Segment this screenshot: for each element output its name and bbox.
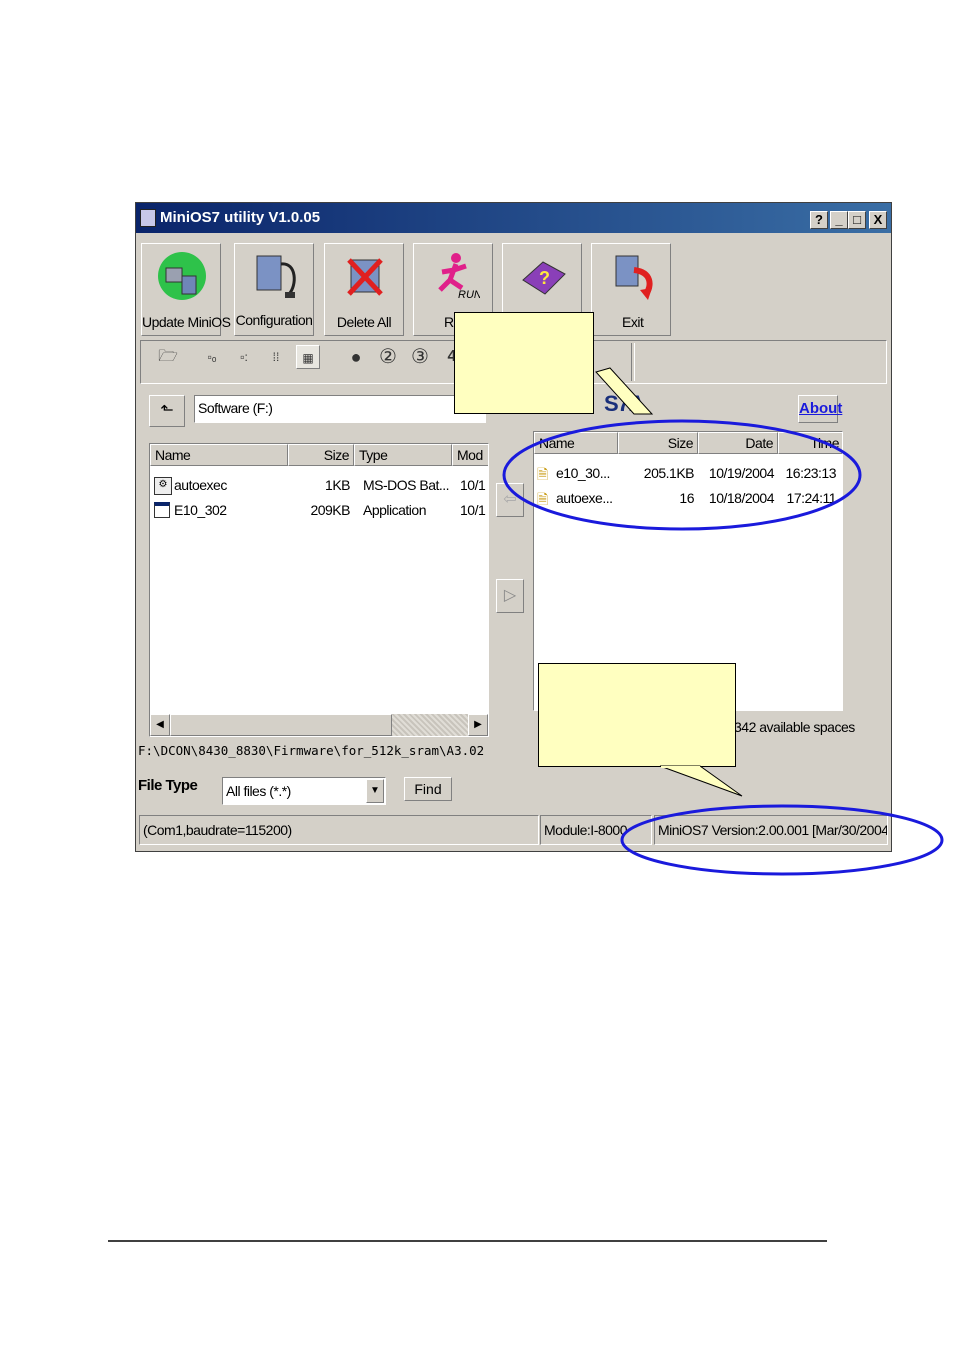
about-button[interactable]: About	[798, 395, 842, 423]
disconnect-icon[interactable]: ●	[344, 345, 368, 369]
maximize-button[interactable]: □	[848, 211, 866, 229]
batch-file-icon: ⚙	[154, 477, 172, 495]
col-size[interactable]: Size	[288, 444, 354, 466]
file-date: 10/19/2004	[708, 465, 775, 481]
file-name: autoexe...	[556, 490, 613, 506]
scroll-right-icon[interactable]: ▶	[468, 714, 488, 736]
large-icons-view-icon[interactable]: ▫ₒ	[200, 345, 224, 369]
close-button[interactable]: X	[869, 211, 887, 229]
file-type-select[interactable]: All files (*.*) ▼	[222, 777, 386, 805]
run-icon: RUN	[438, 253, 480, 301]
col-modified[interactable]: Mod	[452, 444, 488, 466]
find-button[interactable]: Find	[404, 777, 452, 801]
title-bar[interactable]: MiniOS7 utility V1.0.05 ? _ □ X	[136, 203, 891, 233]
file-time: 17:24:11	[786, 490, 837, 506]
file-size: 209KB	[310, 502, 350, 518]
up-folder-button[interactable]: ⬑	[149, 395, 185, 427]
delete-all-label: Delete All	[336, 314, 392, 330]
configuration-icon	[256, 255, 296, 298]
minios7-utility-window: MiniOS7 utility V1.0.05 ? _ □ X Update M…	[135, 202, 892, 852]
exit-icon	[615, 255, 653, 300]
scroll-left-icon[interactable]: ◀	[150, 714, 170, 736]
local-list-header: Name Size Type Mod	[150, 444, 488, 466]
module-list-header: Name Size Date Time	[534, 432, 842, 454]
configuration-label: Configuration	[235, 312, 313, 328]
file-type-value: All files (*.*)	[226, 783, 291, 799]
list-item[interactable]: E10_302 209KB Application 10/1	[150, 501, 488, 523]
col-time[interactable]: Time	[778, 432, 842, 454]
open-folder-icon[interactable]: 🗁	[156, 345, 180, 369]
application-icon	[154, 502, 170, 518]
drive-combo[interactable]: Software (F:)	[194, 395, 486, 423]
configuration-button[interactable]: Configuration	[234, 243, 314, 336]
help-book-icon: ?	[522, 261, 566, 295]
file-size: 205.1KB	[643, 465, 695, 481]
exit-button[interactable]: Exit	[591, 243, 671, 336]
svg-text:?: ?	[539, 268, 550, 288]
status-version: MiniOS7 Version:2.00.001 [Mar/30/2004]	[654, 815, 888, 845]
file-type: Application	[363, 502, 427, 518]
horizontal-scrollbar[interactable]: ◀ ▶	[150, 714, 488, 736]
com2-icon[interactable]: ②	[376, 345, 400, 369]
details-view-icon[interactable]: ▦	[296, 345, 320, 369]
col-name[interactable]: Name	[150, 444, 288, 466]
list-item[interactable]: 🗎 e10_30... 205.1KB 10/19/2004 16:23:13	[534, 464, 842, 486]
file-modified: 10/1	[460, 502, 486, 518]
upload-arrow-button[interactable]: ▷	[496, 579, 524, 613]
file-name: autoexec	[174, 477, 227, 493]
list-item[interactable]: ⚙ autoexec 1KB MS-DOS Bat... 10/1	[150, 476, 488, 498]
update-minios-icon	[158, 252, 206, 300]
delete-all-button[interactable]: Delete All	[324, 243, 404, 336]
file-type: MS-DOS Bat...	[363, 477, 450, 493]
drive-value: Software (F:)	[198, 400, 273, 416]
version-text: MiniOS7 Version:2.00.001 [Mar/30/2004]	[658, 822, 888, 838]
chevron-down-icon[interactable]: ▼	[366, 779, 384, 803]
com3-icon[interactable]: ③	[408, 345, 432, 369]
toolbar-divider	[631, 343, 635, 381]
module-file-icon: 🗎	[537, 466, 549, 482]
col-size[interactable]: Size	[618, 432, 698, 454]
minios7-banner: S7A	[604, 391, 645, 416]
connection-text: (Com1,baudrate=115200)	[143, 822, 292, 838]
update-minios-button[interactable]: Update MiniOS	[141, 243, 231, 336]
col-type[interactable]: Type	[354, 444, 452, 466]
file-date: 10/18/2004	[708, 490, 775, 506]
callout-box-version	[538, 663, 736, 767]
delete-all-icon	[347, 258, 383, 296]
file-modified: 10/1	[460, 477, 486, 493]
svg-text:RUN: RUN	[458, 289, 480, 301]
col-date[interactable]: Date	[698, 432, 778, 454]
help-title-button[interactable]: ?	[810, 211, 828, 229]
file-time: 16:23:13	[785, 465, 837, 481]
download-arrow-button[interactable]: ⇦	[496, 483, 524, 517]
update-minios-label: Update MiniOS	[142, 314, 231, 330]
file-type-label: File Type	[138, 777, 198, 794]
list-view-icon[interactable]: ⁞⁞	[264, 345, 288, 369]
small-icons-view-icon[interactable]: ▫:	[232, 345, 256, 369]
list-item[interactable]: 🗎 autoexe... 16 10/18/2004 17:24:11	[534, 489, 842, 511]
file-name: e10_30...	[556, 465, 610, 481]
exit-label: Exit	[622, 314, 644, 330]
module-file-icon: 🗎	[537, 491, 549, 507]
local-file-list[interactable]: Name Size Type Mod ⚙ autoexec 1KB MS-DOS…	[149, 443, 489, 737]
current-path: F:\DCON\8430_8830\Firmware\for_512k_sram…	[138, 743, 485, 758]
file-size: 16	[679, 490, 694, 506]
file-size: 1KB	[325, 477, 350, 493]
minimize-button[interactable]: _	[830, 211, 848, 229]
module-text: Module:I-8000	[544, 822, 628, 838]
app-icon	[140, 209, 156, 227]
col-name[interactable]: Name	[534, 432, 618, 454]
status-connection: (Com1,baudrate=115200)	[139, 815, 539, 845]
status-module: Module:I-8000	[540, 815, 652, 845]
callout-box-files	[454, 312, 594, 414]
page: { "window": { "title": "MiniOS7 utility …	[0, 0, 954, 1351]
window-title: MiniOS7 utility V1.0.05	[160, 209, 321, 226]
file-name: E10_302	[174, 502, 227, 518]
scroll-thumb[interactable]	[170, 714, 392, 736]
available-spaces: 342 available spaces	[734, 719, 855, 735]
